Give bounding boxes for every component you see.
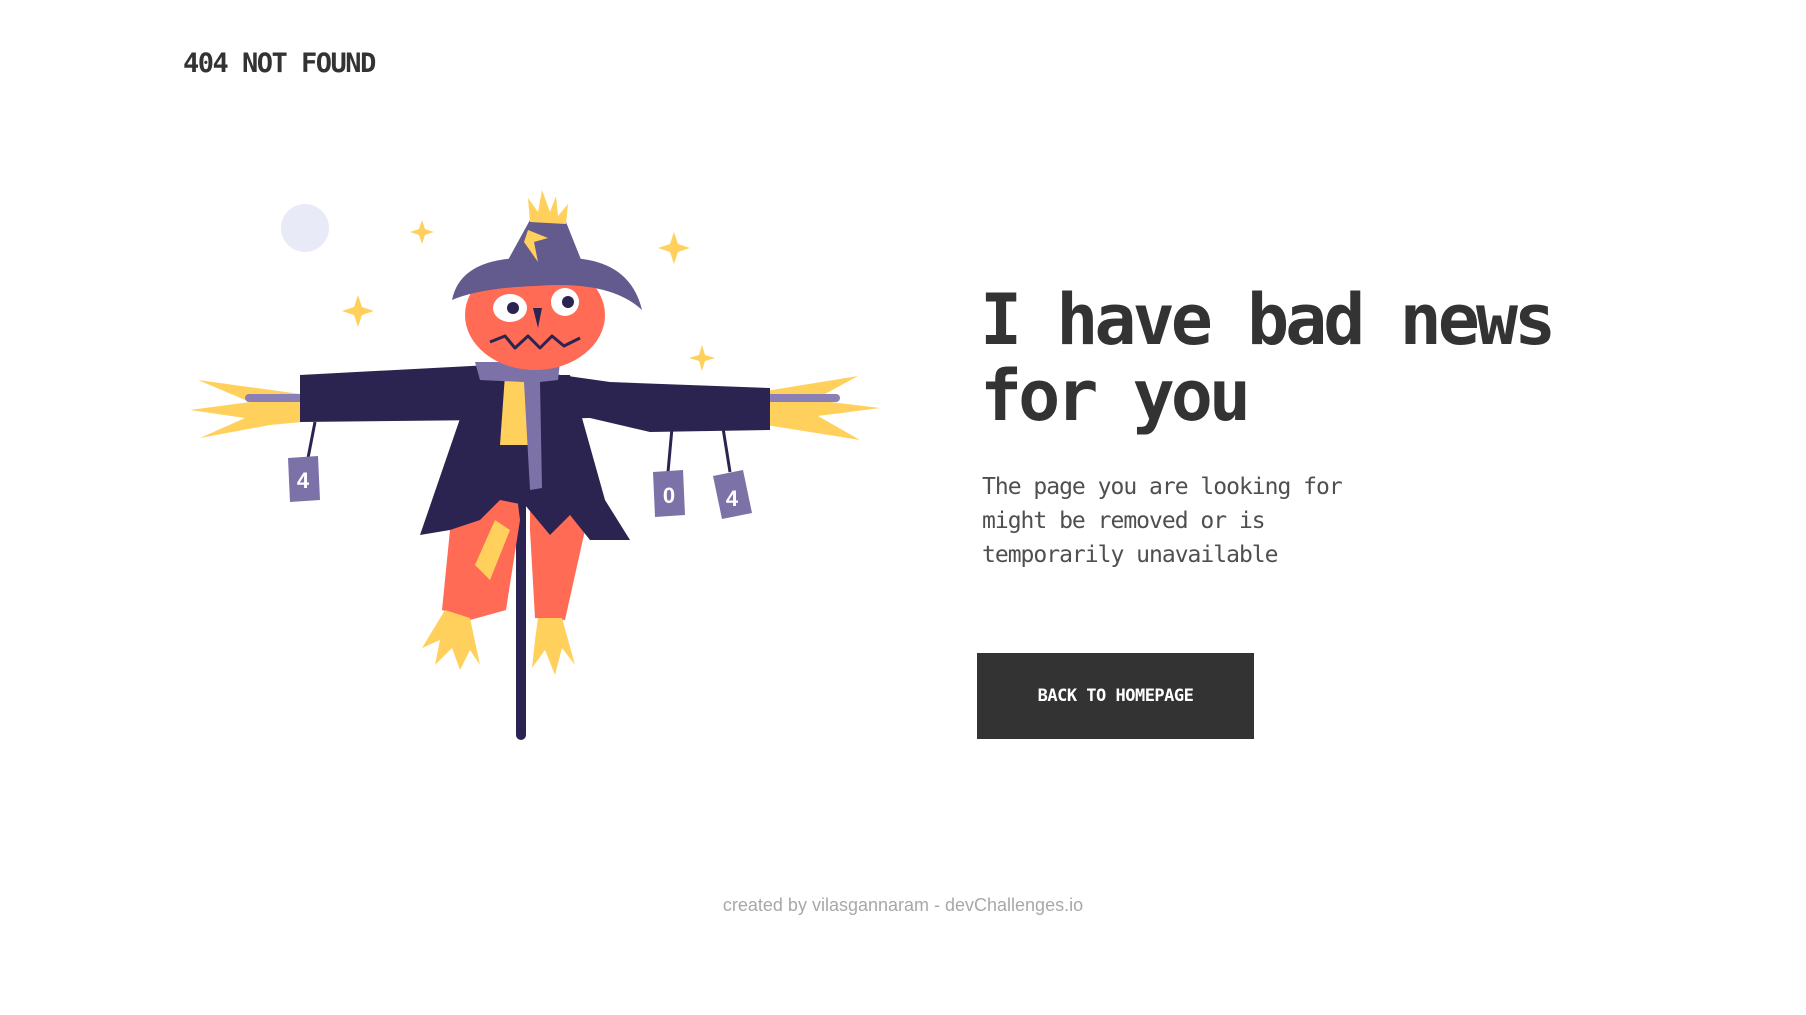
can-middle: 0 xyxy=(653,427,685,517)
page-headline: I have bad news for you xyxy=(980,279,1556,437)
can-left: 4 xyxy=(288,421,320,502)
can-label-left: 4 xyxy=(297,468,310,493)
back-to-homepage-button[interactable]: BACK TO HOMEPAGE xyxy=(977,653,1254,739)
can-label-middle: 0 xyxy=(663,483,675,508)
error-message: The page you are looking for might be re… xyxy=(982,474,1343,568)
moon-icon xyxy=(281,204,329,252)
can-right: 4 xyxy=(713,427,752,519)
footer-credit[interactable]: created by vilasgannaram - devChallenges… xyxy=(0,895,1806,916)
scarecrow-illustration: 4 0 4 xyxy=(190,190,880,740)
site-logo[interactable]: 404 NOT FOUND xyxy=(183,48,376,79)
can-label-right: 4 xyxy=(726,486,739,511)
